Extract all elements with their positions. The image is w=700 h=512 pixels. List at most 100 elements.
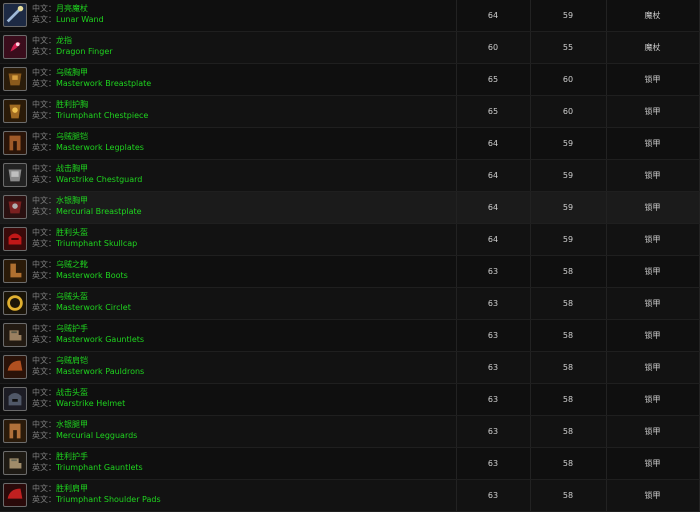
table-row[interactable]: 中文：战击胸甲 英文：Warstrike Chestguard 64 59 锁甲: [0, 160, 700, 192]
required-level: 58: [562, 459, 574, 468]
item-en-name[interactable]: Dragon Finger: [56, 47, 113, 56]
item-cn-name[interactable]: 乌贼胸甲: [56, 68, 88, 77]
item-names: 中文：战击头盔 英文：Warstrike Helmet: [32, 387, 125, 409]
item-cn-name[interactable]: 战击头盔: [56, 388, 88, 397]
item-level: 64: [487, 171, 499, 180]
item-names: 中文：月亮魔杖 英文：Lunar Wand: [32, 3, 104, 25]
item-level: 63: [487, 491, 499, 500]
gauntlets-icon[interactable]: [3, 323, 27, 347]
item-type: 魔杖: [644, 43, 661, 52]
item-cn-name[interactable]: 乌贼之靴: [56, 260, 88, 269]
item-cn-name[interactable]: 乌贼护手: [56, 324, 88, 333]
item-level: 64: [487, 139, 499, 148]
circlet-icon[interactable]: [3, 291, 27, 315]
en-label: 英文：: [32, 175, 56, 184]
item-cn-name[interactable]: 胜利护手: [56, 452, 88, 461]
item-cn-name[interactable]: 乌贼腿铠: [56, 132, 88, 141]
boots-icon[interactable]: [3, 259, 27, 283]
item-en-name[interactable]: Triumphant Skullcap: [56, 239, 137, 248]
item-names: 中文：胜利护手 英文：Triumphant Gauntlets: [32, 451, 143, 473]
item-cn-name[interactable]: 胜利护胸: [56, 100, 88, 109]
table-row[interactable]: 中文：乌贼头盔 英文：Masterwork Circlet 63 58 锁甲: [0, 288, 700, 320]
breastplate-icon[interactable]: [3, 67, 27, 91]
item-en-name[interactable]: Triumphant Chestpiece: [56, 111, 148, 120]
item-type: 锁甲: [644, 331, 661, 340]
table-row[interactable]: 中文：乌贼胸甲 英文：Masterwork Breastplate 65 60 锁甲: [0, 64, 700, 96]
required-level: 60: [562, 75, 574, 84]
item-cn-name[interactable]: 胜利头盔: [56, 228, 88, 237]
ring-icon[interactable]: [3, 35, 27, 59]
cn-label: 中文：: [32, 420, 56, 429]
required-level: 58: [562, 427, 574, 436]
required-level: 59: [562, 235, 574, 244]
chestguard-icon[interactable]: [3, 163, 27, 187]
item-level: 64: [487, 235, 499, 244]
item-type: 锁甲: [644, 299, 661, 308]
chestpiece-icon[interactable]: [3, 99, 27, 123]
item-en-name[interactable]: Triumphant Shoulder Pads: [56, 495, 161, 504]
item-level: 65: [487, 75, 499, 84]
item-names: 中文：乌贼肩铠 英文：Masterwork Pauldrons: [32, 355, 144, 377]
item-en-name[interactable]: Warstrike Chestguard: [56, 175, 142, 184]
item-cn-name[interactable]: 龙指: [56, 36, 72, 45]
item-en-name[interactable]: Masterwork Legplates: [56, 143, 144, 152]
en-label: 英文：: [32, 143, 56, 152]
table-row[interactable]: 中文：水银腿甲 英文：Mercurial Legguards 63 58 锁甲: [0, 416, 700, 448]
shoulder-pads-icon[interactable]: [3, 483, 27, 507]
item-type: 锁甲: [644, 139, 661, 148]
item-level: 63: [487, 395, 499, 404]
cn-label: 中文：: [32, 36, 56, 45]
table-row[interactable]: 中文：乌贼肩铠 英文：Masterwork Pauldrons 63 58 锁甲: [0, 352, 700, 384]
item-en-name[interactable]: Mercurial Legguards: [56, 431, 137, 440]
item-en-name[interactable]: Masterwork Boots: [56, 271, 128, 280]
triumphant-gauntlets-icon[interactable]: [3, 451, 27, 475]
table-row[interactable]: 中文：胜利护胸 英文：Triumphant Chestpiece 65 60 锁甲: [0, 96, 700, 128]
item-cn-name[interactable]: 战击胸甲: [56, 164, 88, 173]
item-cn-name[interactable]: 乌贼头盔: [56, 292, 88, 301]
item-en-name[interactable]: Masterwork Circlet: [56, 303, 131, 312]
table-row[interactable]: 中文：乌贼腿铠 英文：Masterwork Legplates 64 59 锁甲: [0, 128, 700, 160]
item-type: 锁甲: [644, 427, 661, 436]
table-row[interactable]: 中文：水银胸甲 英文：Mercurial Breastplate 64 59 锁甲: [0, 192, 700, 224]
required-level: 58: [562, 395, 574, 404]
en-label: 英文：: [32, 463, 56, 472]
legguards-icon[interactable]: [3, 419, 27, 443]
item-cn-name[interactable]: 胜利肩甲: [56, 484, 88, 493]
table-row[interactable]: 中文：胜利头盔 英文：Triumphant Skullcap 64 59 锁甲: [0, 224, 700, 256]
item-en-name[interactable]: Triumphant Gauntlets: [56, 463, 143, 472]
item-cn-name[interactable]: 水银胸甲: [56, 196, 88, 205]
cn-label: 中文：: [32, 484, 56, 493]
item-level: 64: [487, 11, 499, 20]
skullcap-icon[interactable]: [3, 227, 27, 251]
wand-icon[interactable]: [3, 3, 27, 27]
item-level: 60: [487, 43, 499, 52]
cn-label: 中文：: [32, 100, 56, 109]
item-en-name[interactable]: Masterwork Breastplate: [56, 79, 151, 88]
item-names: 中文：乌贼之靴 英文：Masterwork Boots: [32, 259, 128, 281]
item-level: 63: [487, 267, 499, 276]
item-en-name[interactable]: Lunar Wand: [56, 15, 104, 24]
en-label: 英文：: [32, 111, 56, 120]
item-en-name[interactable]: Mercurial Breastplate: [56, 207, 142, 216]
legplates-icon[interactable]: [3, 131, 27, 155]
table-row[interactable]: 中文：乌贼护手 英文：Masterwork Gauntlets 63 58 锁甲: [0, 320, 700, 352]
item-en-name[interactable]: Warstrike Helmet: [56, 399, 125, 408]
helmet-icon[interactable]: [3, 387, 27, 411]
en-label: 英文：: [32, 271, 56, 280]
table-row[interactable]: 中文：胜利护手 英文：Triumphant Gauntlets 63 58 锁甲: [0, 448, 700, 480]
item-cn-name[interactable]: 乌贼肩铠: [56, 356, 88, 365]
item-en-name[interactable]: Masterwork Pauldrons: [56, 367, 144, 376]
item-cn-name[interactable]: 月亮魔杖: [56, 4, 88, 13]
cn-label: 中文：: [32, 228, 56, 237]
pauldrons-icon[interactable]: [3, 355, 27, 379]
table-row[interactable]: 中文：乌贼之靴 英文：Masterwork Boots 63 58 锁甲: [0, 256, 700, 288]
table-row[interactable]: 中文：胜利肩甲 英文：Triumphant Shoulder Pads 63 58 锁甲: [0, 480, 700, 512]
en-label: 英文：: [32, 367, 56, 376]
mercurial-breastplate-icon[interactable]: [3, 195, 27, 219]
table-row[interactable]: 中文：月亮魔杖 英文：Lunar Wand 64 59 魔杖: [0, 0, 700, 32]
item-cn-name[interactable]: 水银腿甲: [56, 420, 88, 429]
en-label: 英文：: [32, 47, 56, 56]
table-row[interactable]: 中文：战击头盔 英文：Warstrike Helmet 63 58 锁甲: [0, 384, 700, 416]
table-row[interactable]: 中文：龙指 英文：Dragon Finger 60 55 魔杖: [0, 32, 700, 64]
item-en-name[interactable]: Masterwork Gauntlets: [56, 335, 144, 344]
